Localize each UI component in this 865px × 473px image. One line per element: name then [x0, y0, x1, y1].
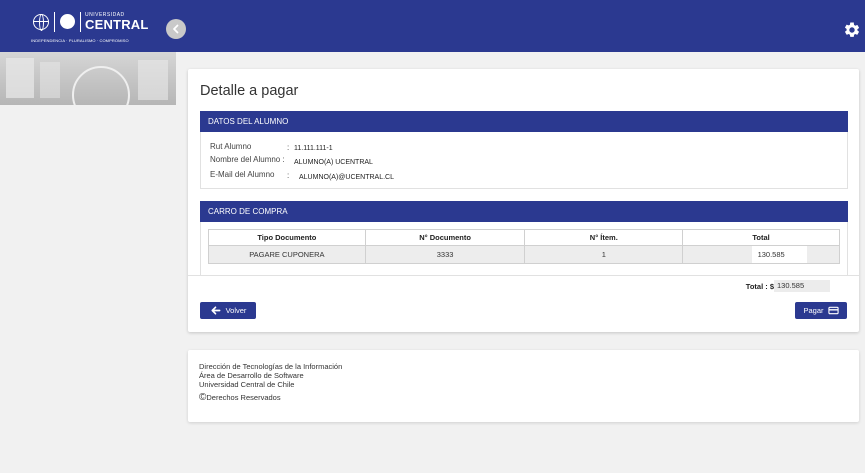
globe-icon	[33, 14, 49, 31]
pay-button-label: Pagar	[803, 306, 824, 315]
footer-university: Universidad Central de Chile	[199, 380, 295, 389]
student-data-header: DATOS DEL ALUMNO	[200, 111, 848, 132]
rut-label: Rut Alumno	[210, 142, 252, 151]
back-button[interactable]: Volver	[200, 302, 256, 319]
table-row: PAGARE CUPONERA 3333 1 130.585	[208, 245, 840, 264]
table-header-row: Tipo Documento N° Documento N° Ítem. Tot…	[208, 229, 840, 246]
column-header: Total	[682, 229, 840, 246]
column-header: N° Ítem.	[524, 229, 684, 246]
email-separator: :	[287, 171, 290, 180]
logo-divider	[80, 12, 81, 32]
back-button-label: Volver	[225, 306, 247, 315]
tipo-documento-cell: PAGARE CUPONERA	[208, 245, 366, 264]
sidebar-collapse-button[interactable]	[166, 19, 186, 39]
footer: Dirección de Tecnologías de la Informaci…	[188, 350, 859, 422]
footer-department: Dirección de Tecnologías de la Informaci…	[199, 362, 343, 371]
page-title: Detalle a pagar	[200, 83, 299, 99]
gear-icon[interactable]	[843, 21, 861, 39]
total-label: Total : $	[745, 282, 774, 291]
column-header: N° Documento	[364, 229, 526, 246]
footer-rights: Derechos Reservados	[206, 393, 281, 402]
email-label: E-Mail del Alumno	[210, 170, 275, 179]
campus-photo	[0, 52, 176, 105]
footer-copyright: ©Derechos Reservados	[199, 392, 281, 403]
logo-divider	[54, 12, 55, 32]
rut-separator: :	[287, 143, 290, 152]
numero-item-cell: 1	[524, 245, 684, 264]
logo-central-text: CENTRAL	[85, 17, 149, 32]
payment-detail-card: Detalle a pagar DATOS DEL ALUMNO Rut Alu…	[188, 69, 859, 332]
email-value: ALUMNO(A)@UCENTRAL.CL	[299, 174, 395, 181]
university-logo[interactable]: UNIVERSIDAD CENTRAL INDEPENDENCIA · PLUR…	[31, 12, 148, 45]
arrow-left-icon	[211, 306, 221, 315]
credit-card-icon	[827, 306, 839, 315]
logo-circle	[60, 14, 75, 29]
total-cell: 130.585	[682, 245, 840, 264]
column-header: Tipo Documento	[208, 229, 366, 246]
grand-total-value: 130.585	[774, 280, 830, 292]
name-value: ALUMNO(A) UCENTRAL	[294, 159, 373, 166]
top-navbar: UNIVERSIDAD CENTRAL INDEPENDENCIA · PLUR…	[0, 0, 865, 52]
numero-documento-cell: 3333	[364, 245, 526, 264]
rut-value: 11.111.111-1	[294, 145, 333, 152]
pay-button[interactable]: Pagar	[795, 302, 847, 319]
cart-header: CARRO DE COMPRA	[200, 201, 848, 222]
total-value: 130.585	[751, 246, 807, 263]
chevron-left-icon	[173, 24, 179, 34]
footer-area: Área de Desarrollo de Software	[199, 371, 304, 380]
logo-motto-text: INDEPENDENCIA · PLURALISMO · COMPROMISO	[31, 38, 129, 43]
name-label: Nombre del Alumno :	[210, 155, 285, 164]
cart-table: Tipo Documento N° Documento N° Ítem. Tot…	[208, 229, 840, 264]
total-summary-row: Total : $ 130.585	[188, 275, 859, 295]
